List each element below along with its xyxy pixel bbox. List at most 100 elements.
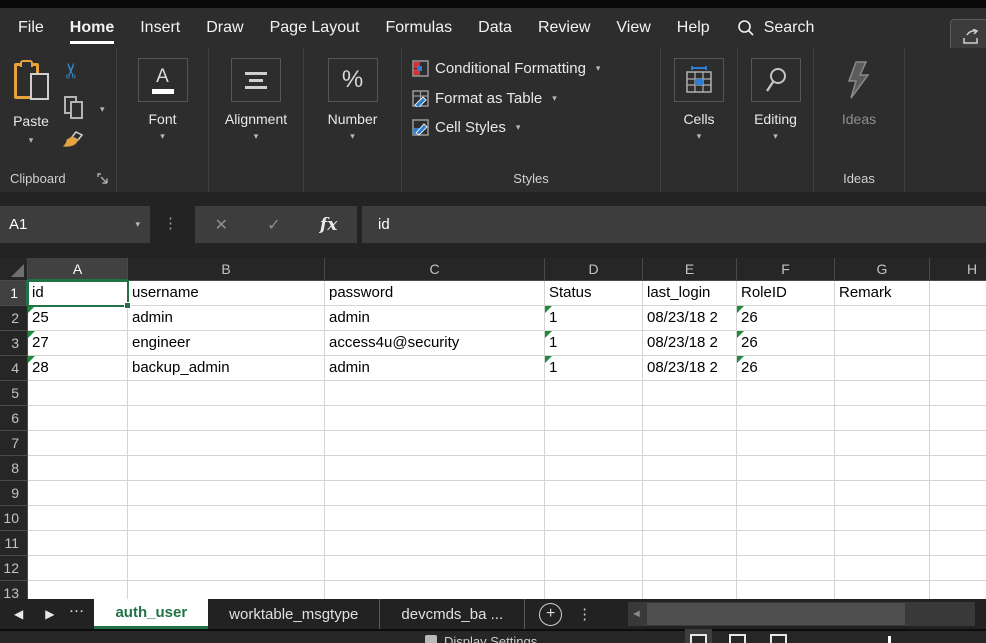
cell-E13[interactable] [643, 581, 737, 599]
cell-B9[interactable] [128, 481, 325, 506]
cell-A10[interactable] [28, 506, 128, 531]
cell-D11[interactable] [545, 531, 643, 556]
cell-E11[interactable] [643, 531, 737, 556]
cell-F2[interactable]: 26 [737, 306, 835, 331]
scroll-left-icon[interactable]: ◄ [628, 608, 645, 620]
row-header-5[interactable]: 5 [0, 381, 28, 406]
page-break-view-icon[interactable] [770, 634, 787, 643]
cell-H7[interactable] [930, 431, 986, 456]
menu-tab-review[interactable]: Review [538, 19, 590, 37]
cell-G9[interactable] [835, 481, 930, 506]
menu-tab-formulas[interactable]: Formulas [385, 19, 452, 37]
cell-E5[interactable] [643, 381, 737, 406]
cell-D9[interactable] [545, 481, 643, 506]
formula-input[interactable]: id [362, 206, 986, 243]
cell-F5[interactable] [737, 381, 835, 406]
cell-F7[interactable] [737, 431, 835, 456]
cell-A13[interactable] [28, 581, 128, 599]
column-header-F[interactable]: F [737, 258, 835, 281]
cell-C9[interactable] [325, 481, 545, 506]
cell-G2[interactable] [835, 306, 930, 331]
formula-bar-splitter-icon[interactable]: ⋮ [163, 214, 178, 232]
cell-G7[interactable] [835, 431, 930, 456]
add-sheet-button[interactable]: + [539, 603, 562, 626]
cell-D8[interactable] [545, 456, 643, 481]
column-header-E[interactable]: E [643, 258, 737, 281]
search-button[interactable]: Search [737, 19, 815, 37]
cell-A12[interactable] [28, 556, 128, 581]
cell-B6[interactable] [128, 406, 325, 431]
row-header-10[interactable]: 10 [0, 506, 28, 531]
row-header-7[interactable]: 7 [0, 431, 28, 456]
cell-B10[interactable] [128, 506, 325, 531]
cells-button[interactable]: Cells ▾ [661, 58, 737, 140]
cell-D7[interactable] [545, 431, 643, 456]
paste-dropdown-arrow[interactable]: ▾ [29, 135, 34, 146]
cell-F9[interactable] [737, 481, 835, 506]
row-header-9[interactable]: 9 [0, 481, 28, 506]
cell-F11[interactable] [737, 531, 835, 556]
cell-D6[interactable] [545, 406, 643, 431]
cell-E4[interactable]: 08/23/18 2 [643, 356, 737, 381]
cell-E6[interactable] [643, 406, 737, 431]
cell-C7[interactable] [325, 431, 545, 456]
alignment-button[interactable]: Alignment ▾ [209, 58, 303, 140]
row-header-12[interactable]: 12 [0, 556, 28, 581]
cell-H9[interactable] [930, 481, 986, 506]
sheet-menu-dots-icon[interactable]: ⋮ [577, 605, 592, 623]
zoom-slider-handle[interactable] [888, 636, 891, 643]
row-header-8[interactable]: 8 [0, 456, 28, 481]
font-dropdown-arrow[interactable]: ▾ [160, 132, 165, 140]
cell-A9[interactable] [28, 481, 128, 506]
cell-D1[interactable]: Status [545, 281, 643, 306]
cell-B1[interactable]: username [128, 281, 325, 306]
cell-B4[interactable]: backup_admin [128, 356, 325, 381]
cell-D4[interactable]: 1 [545, 356, 643, 381]
cell-A5[interactable] [28, 381, 128, 406]
menu-tab-insert[interactable]: Insert [140, 19, 180, 37]
cell-C2[interactable]: admin [325, 306, 545, 331]
row-header-1[interactable]: 1 [0, 281, 28, 306]
cell-F1[interactable]: RoleID [737, 281, 835, 306]
format-painter-icon[interactable] [62, 130, 86, 150]
cell-E7[interactable] [643, 431, 737, 456]
cell-G6[interactable] [835, 406, 930, 431]
cell-E12[interactable] [643, 556, 737, 581]
cell-F8[interactable] [737, 456, 835, 481]
cell-D2[interactable]: 1 [545, 306, 643, 331]
cell-H12[interactable] [930, 556, 986, 581]
next-sheet-icon[interactable]: ▶ [45, 607, 54, 621]
menu-tab-help[interactable]: Help [677, 19, 710, 37]
menu-tab-page-layout[interactable]: Page Layout [270, 19, 360, 37]
cell-E1[interactable]: last_login [643, 281, 737, 306]
cell-H2[interactable] [930, 306, 986, 331]
cell-D5[interactable] [545, 381, 643, 406]
format-as-table-button[interactable]: Format as Table ▾ [412, 90, 557, 107]
row-header-11[interactable]: 11 [0, 531, 28, 556]
sheet-tab-auth-user[interactable]: auth_user [94, 599, 208, 629]
cell-A4[interactable]: 28 [28, 356, 128, 381]
cell-G11[interactable] [835, 531, 930, 556]
editing-button[interactable]: Editing ▾ [738, 58, 813, 140]
page-layout-view-icon[interactable] [729, 634, 746, 643]
menu-tab-home[interactable]: Home [70, 19, 114, 37]
cell-C12[interactable] [325, 556, 545, 581]
cell-C3[interactable]: access4u@security [325, 331, 545, 356]
cell-F6[interactable] [737, 406, 835, 431]
cell-E2[interactable]: 08/23/18 2 [643, 306, 737, 331]
cell-C11[interactable] [325, 531, 545, 556]
select-all-button[interactable] [0, 258, 28, 281]
cell-A2[interactable]: 25 [28, 306, 128, 331]
menu-tab-view[interactable]: View [616, 19, 650, 37]
menu-tab-data[interactable]: Data [478, 19, 512, 37]
cell-B3[interactable]: engineer [128, 331, 325, 356]
menu-tab-draw[interactable]: Draw [206, 19, 243, 37]
column-header-D[interactable]: D [545, 258, 643, 281]
cell-G3[interactable] [835, 331, 930, 356]
column-header-C[interactable]: C [325, 258, 545, 281]
cell-G8[interactable] [835, 456, 930, 481]
cell-A7[interactable] [28, 431, 128, 456]
cell-F10[interactable] [737, 506, 835, 531]
column-header-H[interactable]: H [930, 258, 986, 281]
cell-C8[interactable] [325, 456, 545, 481]
